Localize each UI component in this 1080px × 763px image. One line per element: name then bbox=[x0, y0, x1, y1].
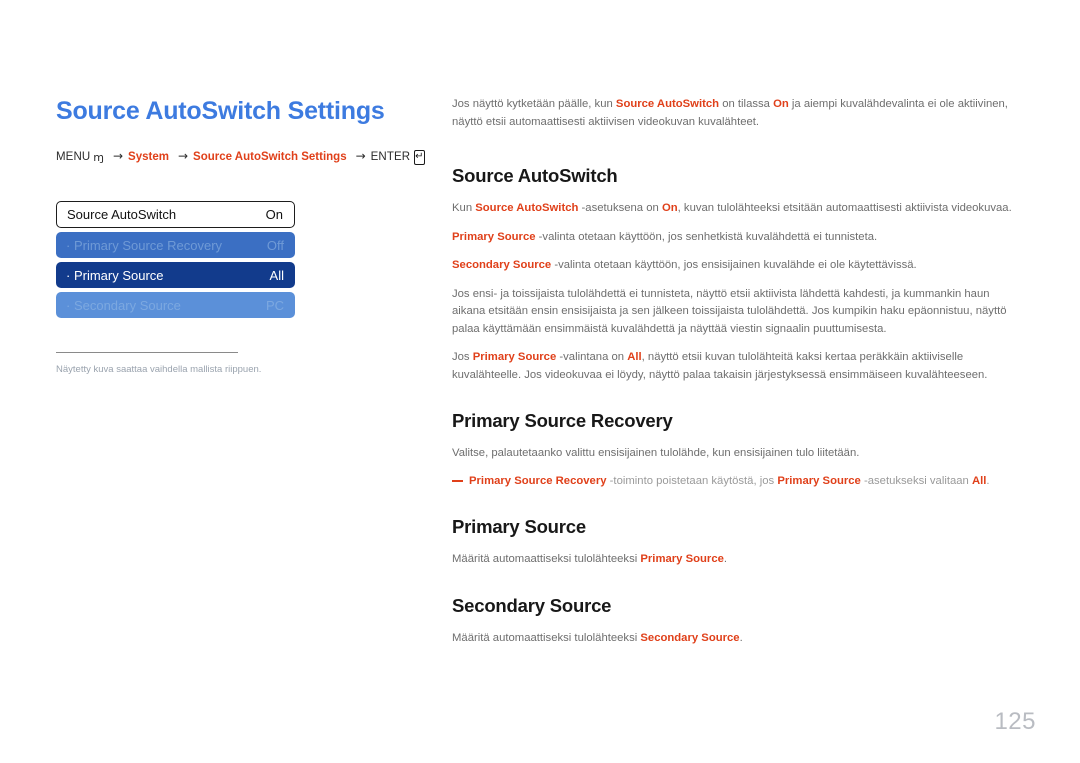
highlighted-term: Secondary Source bbox=[452, 259, 552, 272]
text-run: . bbox=[723, 553, 728, 566]
section-paragraph: Secondary Source -valinta otetaan käyttö… bbox=[452, 257, 1020, 275]
text-run: Määritä automaattiseksi tulolähteeksi bbox=[452, 553, 641, 566]
heading-gap bbox=[452, 617, 1020, 630]
text-run: -toiminto poistetaan käytöstä, jos bbox=[606, 474, 778, 487]
section-paragraph: Valitse, palautetaanko valittu ensisijai… bbox=[452, 445, 1020, 463]
section-heading-source-autoswitch: Source AutoSwitch bbox=[452, 165, 618, 186]
arrow-right-icon-3: → bbox=[355, 149, 366, 163]
enter-key-icon: ↵ bbox=[414, 149, 425, 165]
text-run: -asetukseksi valitaan bbox=[860, 474, 972, 487]
menu-button-icon: ɱ bbox=[93, 151, 104, 164]
highlighted-term: On bbox=[661, 202, 678, 215]
heading-gap bbox=[452, 538, 1020, 551]
text-run: Jos ensi- ja toissijaista tulolähdettä e… bbox=[452, 287, 1007, 335]
left-column: Source AutoSwitch Settings MENU ɱ → Syst… bbox=[56, 96, 425, 375]
highlighted-term: Primary Source bbox=[640, 553, 724, 566]
osd-row-label: · Primary Source bbox=[66, 267, 164, 283]
highlighted-term: Secondary Source bbox=[640, 632, 740, 644]
section-heading-secondary-source: Secondary Source bbox=[452, 594, 612, 616]
arrow-right-icon-2: → bbox=[177, 149, 189, 163]
highlighted-term: All bbox=[971, 474, 987, 487]
osd-menu-mock: Source AutoSwitch On · Primary Source Reco… bbox=[56, 201, 295, 318]
highlighted-term: Primary Source Recovery bbox=[469, 474, 607, 487]
text-run: Määritä automaattiseksi tulolähteeksi bbox=[452, 632, 641, 644]
section-paragraph: Kun Source AutoSwitch -asetuksena on On,… bbox=[452, 200, 1020, 218]
intro-paragraph: Jos näyttö kytketään päälle, kun Source … bbox=[452, 96, 1020, 131]
footnote-divider bbox=[56, 352, 238, 353]
text-run: -asetuksena on bbox=[578, 202, 662, 215]
osd-row-primary-source-recovery[interactable]: · Primary Source Recovery Off bbox=[56, 232, 295, 258]
highlighted-term: On bbox=[773, 98, 789, 110]
note-text: Primary Source Recovery -toiminto poiste… bbox=[469, 475, 990, 487]
osd-row-secondary-source[interactable]: · Secondary Source PC bbox=[56, 292, 295, 318]
text-run: Jos näyttö kytketään päälle, kun bbox=[452, 98, 616, 110]
breadcrumb-menu-label: MENU bbox=[56, 150, 91, 163]
right-column: Jos näyttö kytketään päälle, kun Source … bbox=[452, 96, 1020, 648]
section-paragraph: Määritä automaattiseksi tulolähteeksi Pr… bbox=[452, 551, 1020, 569]
section-paragraph: Määritä automaattiseksi tulolähteeksi Se… bbox=[452, 630, 1020, 648]
highlighted-term: Source AutoSwitch bbox=[475, 202, 579, 215]
section-note: Primary Source Recovery -toiminto poiste… bbox=[452, 473, 1020, 491]
text-run: -valintana on bbox=[556, 351, 628, 364]
heading-gap bbox=[452, 432, 1020, 445]
highlighted-term: All bbox=[627, 351, 642, 364]
text-run: on tilassa bbox=[719, 98, 774, 110]
text-run: . bbox=[739, 632, 743, 644]
osd-row-label: Source AutoSwitch bbox=[67, 207, 177, 222]
heading-gap bbox=[452, 187, 1020, 200]
osd-row-value: Off bbox=[266, 237, 284, 253]
osd-row-value: On bbox=[265, 207, 283, 222]
breadcrumb-enter-label: ENTER bbox=[370, 150, 411, 163]
osd-row-source-autoswitch[interactable]: Source AutoSwitch On bbox=[56, 201, 295, 228]
highlighted-term: Primary Source bbox=[777, 474, 861, 487]
sections-host: Source AutoSwitch Kun Source AutoSwitch -… bbox=[452, 131, 1020, 648]
highlighted-term: Primary Source bbox=[472, 351, 557, 364]
arrow-right-icon-1: → bbox=[112, 149, 124, 163]
highlighted-term: Primary Source bbox=[452, 230, 536, 243]
osd-footnote: Näytetty kuva saattaa vaihdella mallista… bbox=[56, 364, 262, 375]
breadcrumb-item-source-autoswitch-settings: Source AutoSwitch Settings bbox=[193, 150, 347, 163]
page-title: Source AutoSwitch Settings bbox=[56, 97, 385, 125]
section-heading-primary-source: Primary Source bbox=[452, 516, 586, 538]
text-run: -valinta otetaan käyttöön, jos senhetkis… bbox=[535, 230, 878, 243]
page-number: 125 bbox=[994, 708, 1036, 735]
text-run: , kuvan tulolähteeksi etsitään automaatt… bbox=[677, 202, 1012, 215]
section-paragraph: Jos Primary Source -valintana on All, nä… bbox=[452, 349, 1020, 384]
section-paragraph: Jos ensi- ja toissijaista tulolähdettä e… bbox=[452, 286, 1020, 339]
highlighted-term: Source AutoSwitch bbox=[615, 98, 720, 110]
text-run: Valitse, palautetaanko valittu ensisijai… bbox=[452, 447, 860, 460]
text-run: Jos bbox=[452, 351, 473, 364]
text-run: Kun bbox=[452, 202, 476, 215]
text-run: . bbox=[986, 474, 990, 487]
osd-row-label: · Primary Source Recovery bbox=[66, 237, 223, 253]
osd-row-value: PC bbox=[265, 297, 284, 313]
osd-row-value: All bbox=[269, 267, 284, 283]
section-heading-primary-source-recovery: Primary Source Recovery bbox=[452, 410, 673, 432]
osd-row-primary-source[interactable]: · Primary Source All bbox=[56, 262, 295, 288]
section-paragraph: Primary Source -valinta otetaan käyttöön… bbox=[452, 229, 1020, 247]
text-run: -valinta otetaan käyttöön, jos ensisijai… bbox=[551, 259, 917, 272]
breadcrumb-item-system: System bbox=[128, 150, 169, 163]
osd-row-label: · Secondary Source bbox=[66, 297, 181, 313]
note-dash-icon bbox=[452, 480, 463, 482]
breadcrumb: MENU ɱ → System → Source AutoSwitch Sett… bbox=[56, 149, 425, 165]
